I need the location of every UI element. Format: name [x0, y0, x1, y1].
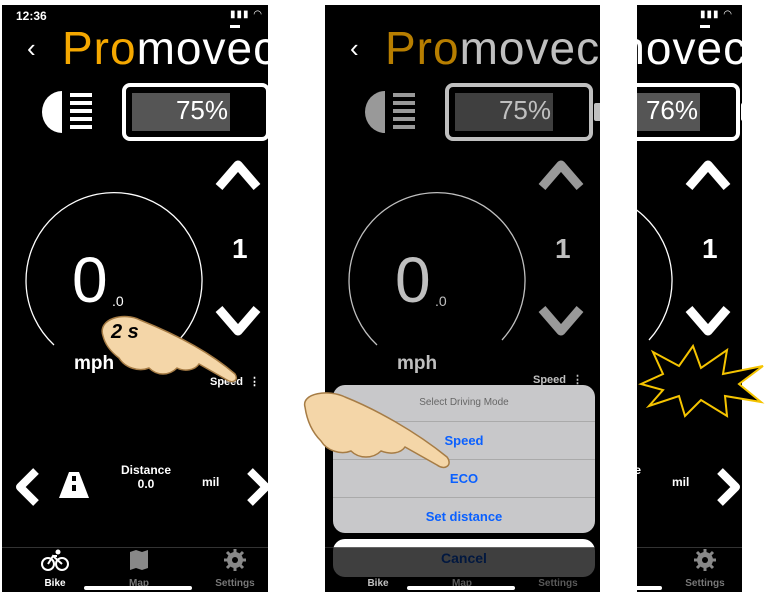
more-icon: ⋮: [249, 376, 261, 388]
speed-decimal: .0: [435, 293, 447, 309]
battery-percent: 75%: [175, 95, 228, 125]
tab-settings-label: Settings: [685, 578, 725, 589]
distance-unit: mil: [202, 475, 220, 489]
tab-map[interactable]: Map: [104, 548, 174, 589]
tab-bike-label: Bike: [44, 578, 66, 589]
tab-settings[interactable]: Settings: [523, 548, 593, 589]
back-button[interactable]: ‹: [27, 35, 36, 61]
assist-up-button[interactable]: [215, 157, 261, 191]
battery-percent: 76%: [645, 95, 698, 125]
speed-value: 0: [72, 244, 108, 316]
assist-level: 1: [232, 233, 248, 264]
gear-icon: [224, 549, 246, 571]
distance-unit: mil: [672, 475, 690, 489]
brand-logo: Promovec...: [62, 22, 268, 74]
gear-icon: [694, 549, 716, 571]
more-icon: ⋮: [717, 375, 729, 387]
assist-level: 1: [555, 233, 571, 264]
tab-bike-label: Bike: [367, 578, 389, 589]
headlight-icon[interactable]: [40, 89, 100, 135]
map-icon: [130, 550, 148, 570]
speed-unit: mph: [397, 353, 438, 374]
speed-gauge: [348, 192, 526, 346]
assist-level: 1: [702, 233, 718, 264]
tab-settings-label: Settings: [215, 578, 255, 589]
next-chevron-icon[interactable]: [244, 467, 268, 507]
tab-bike[interactable]: Bike: [20, 548, 90, 589]
prev-chevron-icon[interactable]: [12, 467, 42, 507]
screen-3: ▮▮▮ ◠ ▬ Promovec... 76% 1 Distance mil S…: [637, 5, 742, 592]
battery-indicator: 76%: [637, 83, 742, 141]
screen-2: ‹ Promovec... 75% 0 .0 mph 1 Speed⋮ Sele…: [325, 5, 600, 592]
assist-up-button[interactable]: [685, 157, 731, 191]
tab-settings-label: Settings: [538, 578, 578, 589]
road-icon: [59, 472, 89, 498]
speed-gauge: [637, 209, 673, 341]
home-indicator: [84, 586, 192, 590]
distance-label: Distance: [120, 463, 172, 477]
gesture-duration: 2 s: [110, 321, 139, 343]
tab-settings[interactable]: Settings: [670, 548, 740, 589]
next-chevron-icon[interactable]: [714, 467, 742, 507]
assist-up-button[interactable]: [538, 157, 584, 191]
home-indicator: [637, 586, 662, 590]
distance-label: Distance: [637, 463, 642, 477]
bike-icon: [41, 549, 69, 571]
back-button[interactable]: ‹: [350, 35, 359, 61]
headlight-icon[interactable]: [363, 89, 423, 135]
assist-down-button[interactable]: [685, 305, 731, 339]
tap-hand-icon: 2 s: [101, 315, 238, 383]
speed-value: 0: [395, 244, 431, 316]
speed-decimal: .0: [112, 293, 124, 309]
tap-hand-icon: [304, 392, 450, 469]
status-time: 12:36: [16, 9, 47, 23]
tab-bike[interactable]: Bike: [343, 548, 413, 589]
option-set-distance[interactable]: Set distance: [333, 498, 595, 533]
driving-mode-button[interactable]: Power ⋮: [678, 374, 728, 387]
battery-indicator: 75%: [445, 83, 600, 141]
battery-indicator: 75%: [122, 83, 268, 141]
tab-settings[interactable]: Settings: [200, 548, 268, 589]
tab-map[interactable]: Map: [427, 548, 497, 589]
assist-down-button[interactable]: [538, 305, 584, 339]
home-indicator: [407, 586, 515, 590]
distance-value: 0.0: [137, 477, 155, 491]
screen-1: 12:36 ▮▮▮ ◠ ▬ ‹ Promovec... 75% 0 .0 mph…: [2, 5, 268, 592]
brand-logo: Promovec...: [637, 22, 742, 74]
battery-percent: 75%: [498, 95, 551, 125]
brand-logo: Promovec...: [385, 22, 600, 74]
